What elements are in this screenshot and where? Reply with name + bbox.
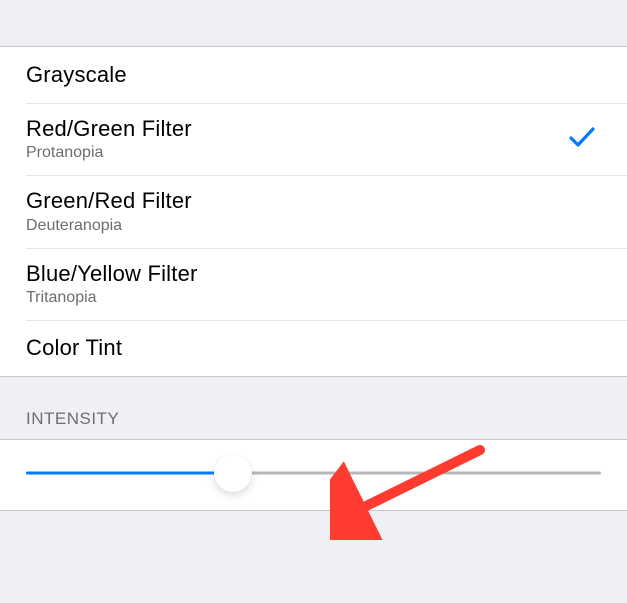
filter-row-red-green[interactable]: Red/Green Filter Protanopia [0,103,627,175]
slider-thumb[interactable] [214,454,252,492]
filter-row-green-red[interactable]: Green/Red Filter Deuteranopia [0,175,627,247]
filter-sub-red-green: Protanopia [26,144,192,162]
filter-label-blue-yellow: Blue/Yellow Filter [26,261,198,287]
filter-row-grayscale[interactable]: Grayscale [0,47,627,103]
top-spacer [0,0,627,46]
filter-row-color-tint[interactable]: Color Tint [0,320,627,376]
filter-sub-green-red: Deuteranopia [26,217,192,235]
checkmark-icon [569,126,595,153]
filter-label-grayscale: Grayscale [26,61,127,89]
filter-list: Grayscale Red/Green Filter Protanopia Gr… [0,46,627,377]
intensity-slider[interactable] [26,458,601,488]
filter-label-red-green: Red/Green Filter [26,116,192,142]
filter-row-blue-yellow[interactable]: Blue/Yellow Filter Tritanopia [0,248,627,320]
intensity-header: INTENSITY [0,377,627,439]
filter-label-color-tint: Color Tint [26,334,122,362]
filter-label-green-red: Green/Red Filter [26,188,192,214]
filter-sub-blue-yellow: Tritanopia [26,289,198,307]
intensity-slider-container [0,439,627,511]
slider-track-fill [26,472,233,475]
